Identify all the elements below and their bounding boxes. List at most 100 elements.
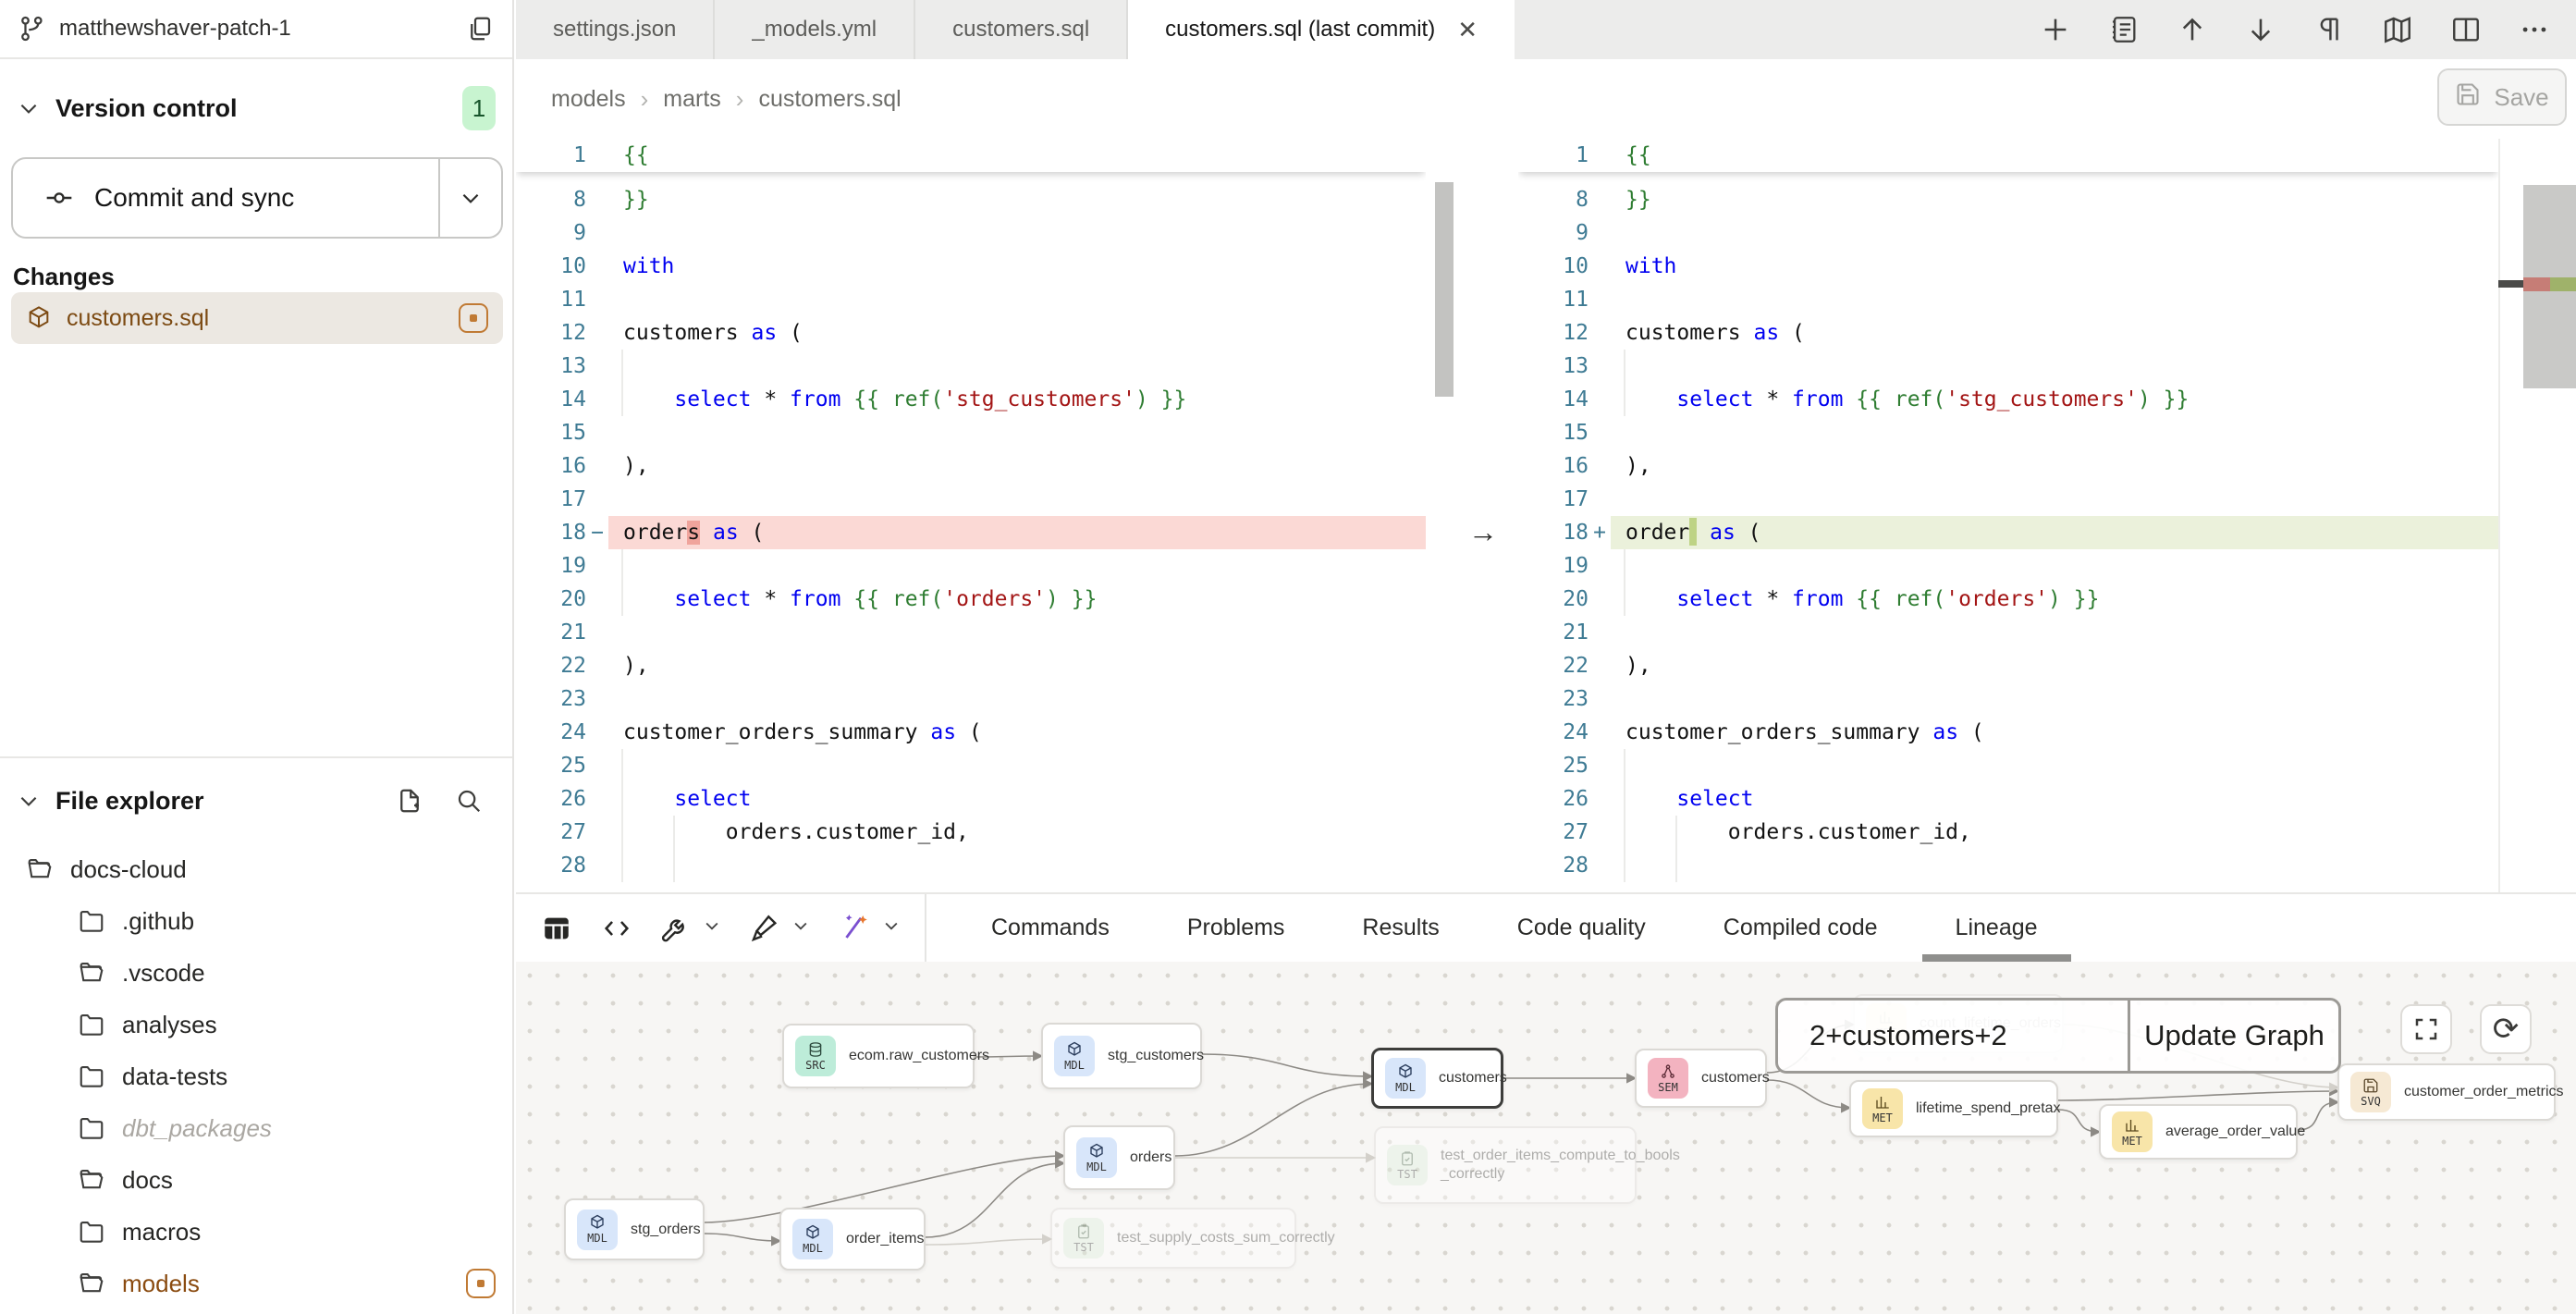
lineage-node-lifetime-spend-pretax[interactable]: METlifetime_spend_pretax	[1849, 1080, 2058, 1137]
lineage-node-orders[interactable]: MDLorders	[1063, 1125, 1175, 1190]
lineage-node-ecom-raw-customers[interactable]: SRCecom.raw_customers	[782, 1024, 975, 1088]
version-control-header[interactable]: Version control 1	[0, 85, 512, 131]
save-button[interactable]: Save	[2437, 68, 2567, 126]
format-icon[interactable]	[749, 913, 780, 944]
refresh-graph-button[interactable]: ⟳	[2480, 1004, 2532, 1054]
ai-assist-icon[interactable]	[838, 913, 871, 944]
lineage-node-stg-customers[interactable]: MDLstg_customers	[1041, 1023, 1202, 1089]
code-icon[interactable]	[601, 913, 632, 944]
code-line-original-10[interactable]: 10with	[516, 250, 1426, 283]
file-explorer-item-macros[interactable]: macros	[0, 1206, 512, 1258]
file-explorer-header[interactable]: File explorer	[0, 777, 512, 825]
tab-settings-json[interactable]: settings.json	[516, 0, 715, 59]
close-icon[interactable]: ✕	[1457, 16, 1478, 44]
code-line-original-12[interactable]: 12customers as (	[516, 316, 1426, 350]
search-icon[interactable]	[455, 787, 483, 815]
code-line-modified-8[interactable]: 8}}	[1518, 183, 2498, 216]
lineage-node-order-items[interactable]: MDLorder_items	[779, 1208, 926, 1271]
changed-file-row[interactable]: customers.sql	[11, 292, 503, 344]
lineage-node-customers-model[interactable]: MDLcustomers	[1371, 1048, 1503, 1109]
code-line-modified-25[interactable]: 25	[1518, 749, 2498, 782]
breadcrumb-item[interactable]: marts	[663, 86, 721, 113]
file-explorer-item--vscode[interactable]: .vscode	[0, 947, 512, 999]
copy-icon[interactable]	[466, 15, 494, 43]
lineage-canvas[interactable]: SRCecom.raw_customers MDLstg_customers MDL…	[516, 962, 2576, 1314]
code-line-original-19[interactable]: 19	[516, 549, 1426, 583]
pilcrow-icon[interactable]	[2313, 14, 2345, 45]
code-line-original-28[interactable]: 28	[516, 849, 1426, 882]
panel-tab-commands[interactable]: Commands	[952, 894, 1148, 962]
file-explorer-item-analyses[interactable]: analyses	[0, 999, 512, 1050]
build-icon[interactable]	[660, 913, 692, 944]
lineage-selector-input[interactable]: 2+customers+2	[1778, 1001, 2128, 1071]
code-line-modified-23[interactable]: 23	[1518, 682, 2498, 716]
left-pane-scrollbar[interactable]	[1435, 182, 1454, 397]
code-line-original-14[interactable]: 14 select * from {{ ref('stg_customers')…	[516, 383, 1426, 416]
code-line-modified-27[interactable]: 27 orders.customer_id,	[1518, 816, 2498, 849]
code-line-modified-19[interactable]: 19	[1518, 549, 2498, 583]
code-line-original-8[interactable]: 8}}	[516, 183, 1426, 216]
arrow-down-icon[interactable]	[2245, 14, 2276, 45]
code-line-modified-15[interactable]: 15	[1518, 416, 2498, 449]
format-caret-icon[interactable]	[791, 916, 810, 940]
more-icon[interactable]	[2519, 14, 2550, 45]
panel-tab-lineage[interactable]: Lineage	[1917, 894, 2077, 962]
code-line-original-24[interactable]: 24customer_orders_summary as (	[516, 716, 1426, 749]
commit-and-sync-button[interactable]: Commit and sync	[11, 157, 503, 239]
code-line-modified-26[interactable]: 26 select	[1518, 782, 2498, 816]
fullscreen-button[interactable]	[2400, 1004, 2452, 1054]
ai-assist-caret-icon[interactable]	[882, 916, 901, 940]
code-line-original-15[interactable]: 15	[516, 416, 1426, 449]
code-line-modified-1[interactable]: 1{{	[1518, 139, 2498, 172]
code-line-modified-16[interactable]: 16),	[1518, 449, 2498, 483]
code-line-original-20[interactable]: 20 select * from {{ ref('orders') }}	[516, 583, 1426, 616]
file-explorer-item-data-tests[interactable]: data-tests	[0, 1050, 512, 1102]
arrow-up-icon[interactable]	[2177, 14, 2208, 45]
outline-icon[interactable]	[2108, 14, 2140, 45]
code-line-modified-21[interactable]: 21	[1518, 616, 2498, 649]
revert-change-arrow-icon[interactable]: →	[1457, 515, 1509, 548]
code-line-modified-28[interactable]: 28	[1518, 849, 2498, 882]
lineage-node-test-order-items[interactable]: TSTtest_order_items_compute_to_bools _co…	[1374, 1126, 1637, 1204]
code-line-original-25[interactable]: 25	[516, 749, 1426, 782]
code-line-modified-12[interactable]: 12customers as (	[1518, 316, 2498, 350]
lineage-node-test-supply-costs[interactable]: TSTtest_supply_costs_sum_correctly	[1050, 1208, 1296, 1269]
split-icon[interactable]	[2450, 14, 2482, 45]
code-line-modified-14[interactable]: 14 select * from {{ ref('stg_customers')…	[1518, 383, 2498, 416]
panel-tab-problems[interactable]: Problems	[1148, 894, 1324, 962]
lineage-node-customer-order-metrics[interactable]: SVQcustomer_order_metrics	[2337, 1063, 2556, 1121]
breadcrumb-item[interactable]: customers.sql	[758, 86, 901, 113]
code-line-original-21[interactable]: 21	[516, 616, 1426, 649]
build-caret-icon[interactable]	[703, 916, 721, 940]
tab--models-yml[interactable]: _models.yml	[715, 0, 915, 59]
breadcrumb-item[interactable]: models	[551, 86, 626, 113]
code-line-modified-18[interactable]: 18+order as (	[1518, 516, 2498, 549]
lineage-node-average-order-value[interactable]: METaverage_order_value	[2099, 1104, 2298, 1160]
code-line-modified-17[interactable]: 17	[1518, 483, 2498, 516]
code-line-original-11[interactable]: 11	[516, 283, 1426, 316]
code-line-modified-22[interactable]: 22),	[1518, 649, 2498, 682]
code-line-original-17[interactable]: 17	[516, 483, 1426, 516]
code-line-modified-24[interactable]: 24customer_orders_summary as (	[1518, 716, 2498, 749]
code-line-original-22[interactable]: 22),	[516, 649, 1426, 682]
file-explorer-item-docs[interactable]: docs	[0, 1154, 512, 1206]
code-line-modified-20[interactable]: 20 select * from {{ ref('orders') }}	[1518, 583, 2498, 616]
code-line-modified-10[interactable]: 10with	[1518, 250, 2498, 283]
file-explorer-item-docs-cloud[interactable]: docs-cloud	[0, 843, 512, 895]
code-line-modified-13[interactable]: 13	[1518, 350, 2498, 383]
file-explorer-item--github[interactable]: .github	[0, 895, 512, 947]
lineage-node-customers-semantic[interactable]: SEMcustomers	[1635, 1049, 1767, 1108]
code-line-original-16[interactable]: 16),	[516, 449, 1426, 483]
update-graph-button[interactable]: Update Graph	[2128, 1001, 2338, 1071]
code-line-original-1[interactable]: 1{{	[516, 139, 1426, 172]
tab-customers-sql[interactable]: customers.sql	[915, 0, 1128, 59]
file-explorer-item-models[interactable]: models	[0, 1258, 512, 1309]
code-line-original-13[interactable]: 13	[516, 350, 1426, 383]
new-file-icon[interactable]	[396, 787, 423, 815]
file-explorer-item-dbt-packages[interactable]: dbt_packages	[0, 1102, 512, 1154]
tab-customers-sql-last-commit-[interactable]: customers.sql (last commit)✕	[1128, 0, 1515, 59]
code-line-modified-11[interactable]: 11	[1518, 283, 2498, 316]
commit-options-button[interactable]	[438, 159, 501, 237]
plus-icon[interactable]	[2040, 14, 2071, 45]
results-table-icon[interactable]	[540, 913, 573, 944]
